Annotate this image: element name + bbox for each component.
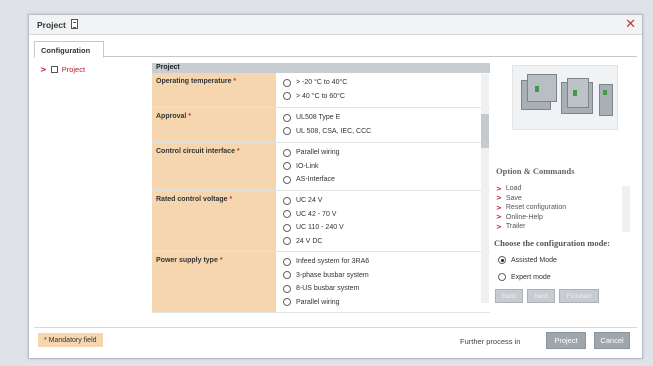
close-icon[interactable]: ✕	[625, 17, 636, 32]
form-row-control-circuit-interface: Control circuit interface * Parallel wir…	[152, 143, 490, 191]
device-led	[535, 86, 539, 92]
radio-option[interactable]: Parallel wiring	[283, 146, 490, 160]
form-row-approval: Approval * UL508 Type E UL 508, CSA, IEC…	[152, 108, 490, 143]
tab-configuration[interactable]: Configuration	[34, 41, 104, 58]
radio-button[interactable]	[283, 113, 291, 122]
device-shape	[527, 74, 557, 102]
row-label: Approval *	[152, 108, 276, 142]
device-led	[603, 90, 607, 95]
radio-button[interactable]	[283, 284, 291, 293]
tree-checkbox[interactable]	[50, 66, 58, 73]
radio-button[interactable]	[283, 271, 291, 280]
radio-button[interactable]	[283, 78, 291, 87]
row-label: Control circuit interface *	[152, 143, 276, 190]
radio-option[interactable]: UC 24 V	[283, 194, 490, 208]
radio-option[interactable]: UC 110 - 240 V	[283, 221, 490, 235]
scrollbar-thumb[interactable]	[481, 114, 489, 148]
dialog-title: Project	[37, 20, 66, 30]
form-scrollbar[interactable]	[481, 74, 489, 303]
radio-button[interactable]	[283, 175, 291, 184]
row-options: UC 24 V UC 42 - 70 V UC 110 - 240 V 24 V…	[276, 191, 490, 251]
chevron-right-icon: >	[40, 65, 47, 74]
back-button[interactable]: Back	[495, 289, 523, 303]
tab-bar: Configuration	[34, 41, 637, 58]
radio-option[interactable]: IO-Link	[283, 160, 490, 174]
radio-option[interactable]: 3-phase busbar system	[283, 269, 490, 283]
row-options: UL508 Type E UL 508, CSA, IEC, CCC	[276, 108, 490, 142]
project-tree-item[interactable]: > Project	[40, 65, 85, 74]
cancel-button[interactable]: Cancel	[594, 332, 630, 349]
command-save[interactable]: > Save	[496, 194, 629, 204]
commands-scrollbar[interactable]	[622, 186, 630, 232]
form-row-rated-control-voltage: Rated control voltage * UC 24 V UC 42 - …	[152, 191, 490, 252]
form-header: Project	[152, 63, 490, 73]
chevron-right-icon: >	[496, 213, 502, 222]
row-label: Rated control voltage *	[152, 191, 276, 251]
radio-button[interactable]	[283, 237, 291, 246]
radio-button[interactable]	[283, 210, 291, 219]
finished-button[interactable]: Finished	[559, 289, 599, 303]
radio-option[interactable]: Parallel wiring	[283, 296, 490, 310]
radio-button[interactable]	[283, 298, 291, 307]
radio-button[interactable]	[498, 256, 506, 264]
radio-button[interactable]	[283, 223, 291, 232]
commands-list: > Load > Save > Reset configuration > Online…	[496, 184, 629, 234]
command-online-help[interactable]: > Online-Help	[496, 213, 629, 223]
row-label: Power supply type *	[152, 252, 276, 312]
radio-option[interactable]: > 40 °C to 60°C	[283, 90, 490, 104]
chevron-right-icon: >	[496, 194, 502, 203]
radio-option[interactable]: UL508 Type E	[283, 111, 490, 125]
form-row-operating-temperature: Operating temperature * > -20 °C to 40°C…	[152, 73, 490, 108]
chevron-right-icon: >	[496, 222, 502, 231]
mode-option-assisted[interactable]: Assisted Mode	[498, 256, 557, 264]
row-label: Operating temperature *	[152, 73, 276, 107]
form-row-power-supply-type: Power supply type * Infeed system for 3R…	[152, 252, 490, 313]
mode-option-expert[interactable]: Expert mode	[498, 273, 551, 281]
radio-button[interactable]	[498, 273, 506, 281]
mandatory-field-note: * Mandatory field	[38, 333, 103, 347]
radio-option[interactable]: AS-Interface	[283, 173, 490, 187]
command-load[interactable]: > Load	[496, 184, 629, 194]
command-reset-configuration[interactable]: > Reset configuration	[496, 203, 629, 213]
row-options: Infeed system for 3RA6 3-phase busbar sy…	[276, 252, 490, 312]
further-process-label: Further process in	[460, 337, 521, 346]
row-options: Parallel wiring IO-Link AS-Interface	[276, 143, 490, 190]
radio-option[interactable]: 24 V DC	[283, 235, 490, 249]
mode-title: Choose the configuration mode:	[494, 238, 610, 248]
radio-button[interactable]	[283, 127, 291, 136]
device-shape	[599, 84, 613, 116]
product-image	[512, 65, 618, 130]
radio-option[interactable]: UC 42 - 70 V	[283, 208, 490, 222]
device-shape	[567, 78, 589, 108]
footer-divider	[34, 327, 637, 328]
radio-button[interactable]	[283, 162, 291, 171]
radio-option[interactable]: Infeed system for 3RA6	[283, 255, 490, 269]
radio-option[interactable]: 8-US busbar system	[283, 282, 490, 296]
next-button[interactable]: Next	[527, 289, 555, 303]
radio-button[interactable]	[283, 148, 291, 157]
tree-item-label: Project	[61, 65, 86, 74]
options-commands-title: Option & Commands	[496, 166, 575, 176]
radio-option[interactable]: UL 508, CSA, IEC, CCC	[283, 125, 490, 139]
radio-option[interactable]: > -20 °C to 40°C	[283, 76, 490, 90]
project-form: Project Operating temperature * > -20 °C…	[152, 63, 490, 318]
project-button[interactable]: Project	[546, 332, 586, 349]
chevron-right-icon: >	[496, 203, 502, 212]
dialog-titlebar: Project ✕	[29, 15, 642, 35]
row-options: > -20 °C to 40°C > 40 °C to 60°C	[276, 73, 490, 107]
command-trailer[interactable]: > Trailer	[496, 222, 629, 232]
chevron-right-icon: >	[496, 184, 502, 193]
radio-button[interactable]	[283, 92, 291, 101]
radio-button[interactable]	[283, 257, 291, 266]
device-led	[573, 90, 577, 96]
radio-button[interactable]	[283, 196, 291, 205]
document-icon	[71, 19, 78, 29]
